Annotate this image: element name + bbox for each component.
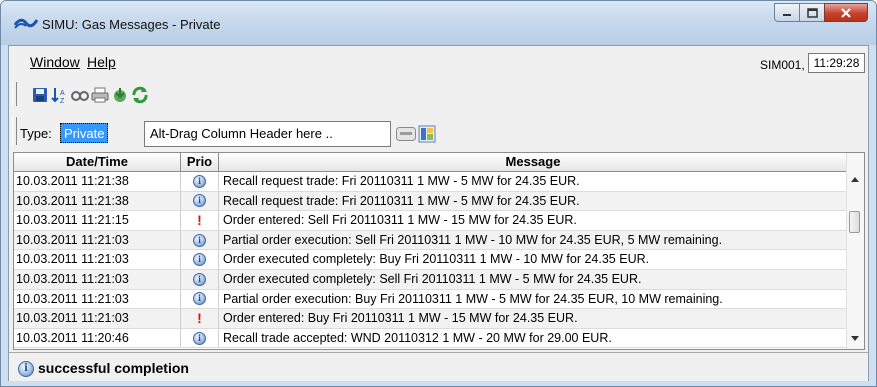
minimize-icon xyxy=(783,13,791,16)
column-chooser-icon[interactable] xyxy=(418,125,436,143)
cell-datetime: 10.03.2011 11:21:03 xyxy=(14,250,181,269)
maximize-button[interactable] xyxy=(799,3,825,22)
menu-window[interactable]: Window xyxy=(30,54,80,70)
window-controls xyxy=(774,3,868,23)
status-bar: i successful completion xyxy=(9,352,868,381)
scroll-thumb[interactable] xyxy=(849,211,860,233)
title-bar[interactable]: SIMU: Gas Messages - Private xyxy=(1,1,876,45)
table-row[interactable]: 10.03.2011 11:21:15! Order entered: Sell … xyxy=(14,211,848,231)
cell-message: Recall request trade: Fri 20110311 1 MW … xyxy=(219,172,848,191)
cell-prio: i xyxy=(181,328,219,348)
group-by-box[interactable]: Alt-Drag Column Header here .. xyxy=(144,121,391,147)
cell-prio: i xyxy=(181,172,219,191)
cell-datetime: 10.03.2011 11:20:46 xyxy=(14,328,181,348)
window-title: SIMU: Gas Messages - Private xyxy=(42,17,221,32)
clock-display: 11:29:28 xyxy=(808,53,865,73)
print-icon[interactable] xyxy=(91,86,109,104)
cell-datetime: 10.03.2011 11:21:03 xyxy=(14,230,181,250)
view-icon[interactable] xyxy=(71,86,89,104)
cell-prio: ! xyxy=(181,211,219,230)
scroll-up-icon[interactable] xyxy=(851,177,859,182)
close-icon xyxy=(841,7,851,18)
table-row[interactable]: 10.03.2011 11:21:03 i Order executed compl… xyxy=(14,269,848,290)
cell-prio: i xyxy=(181,191,219,211)
table-row[interactable]: 10.03.2011 11:21:03! Order entered: Buy F… xyxy=(14,309,848,329)
info-icon: i xyxy=(193,331,206,345)
cell-message: Recall request trade: Fri 20110311 1 MW … xyxy=(219,191,848,211)
type-label: Type: xyxy=(20,126,52,141)
column-header-datetime[interactable]: Date/Time xyxy=(14,153,181,171)
maximize-icon xyxy=(806,7,818,18)
table-row[interactable]: 10.03.2011 11:21:03 i Order executed compl… xyxy=(14,250,848,270)
cell-prio: i xyxy=(181,289,219,309)
vertical-scrollbar[interactable] xyxy=(846,153,864,349)
cell-prio: i xyxy=(181,230,219,250)
minimize-button[interactable] xyxy=(774,3,800,22)
cell-datetime: 10.03.2011 11:21:03 xyxy=(14,289,181,309)
main-panel: Window Help SIM001, XXXEX 11:29:28 AZ Ty… xyxy=(8,45,869,381)
type-selector[interactable]: Private xyxy=(60,123,109,143)
cell-prio: i xyxy=(181,250,219,269)
sort-icon[interactable]: AZ xyxy=(51,86,69,104)
close-button[interactable] xyxy=(824,3,868,22)
info-icon: i xyxy=(193,292,206,306)
column-header-message[interactable]: Message xyxy=(219,153,848,171)
cell-message: Partial order execution: Buy Fri 2011031… xyxy=(219,289,848,309)
messages-table: Date/Time Prio Message 10.03.2011 11:21:… xyxy=(13,152,865,350)
dropdown-icon[interactable] xyxy=(396,125,416,143)
table-row[interactable]: 10.03.2011 11:21:03 i Partial order execut… xyxy=(14,289,848,310)
filter-bar: Type: Private Alt-Drag Column Header her… xyxy=(9,115,868,149)
info-icon: i xyxy=(193,253,206,267)
app-window: SIMU: Gas Messages - Private Window Help… xyxy=(0,0,877,387)
menu-bar: Window Help SIM001, XXXEX 11:29:28 xyxy=(9,46,868,76)
alert-icon: ! xyxy=(197,212,202,229)
filterbar-grip[interactable] xyxy=(12,117,17,145)
cell-message: Order executed completely: Sell Fri 2011… xyxy=(219,269,848,289)
cell-datetime: 10.03.2011 11:21:03 xyxy=(14,269,181,289)
svg-text:A: A xyxy=(60,90,65,97)
info-icon: i xyxy=(193,233,206,247)
cell-datetime: 10.03.2011 11:21:03 xyxy=(14,309,181,328)
info-icon: i xyxy=(18,361,34,377)
table-row[interactable]: 10.03.2011 11:21:38 i Recall request trade… xyxy=(14,191,848,212)
table-header: Date/Time Prio Message xyxy=(14,153,848,172)
table-row[interactable]: 10.03.2011 11:20:46 i Recall trade accepte… xyxy=(14,328,848,349)
cell-datetime: 10.03.2011 11:21:38 xyxy=(14,172,181,191)
cell-datetime: 10.03.2011 11:21:15 xyxy=(14,211,181,230)
status-message: successful completion xyxy=(38,360,189,376)
cell-prio: i xyxy=(181,269,219,289)
svg-text:Z: Z xyxy=(60,98,65,104)
cell-datetime: 10.03.2011 11:21:38 xyxy=(14,191,181,211)
cell-message: Partial order execution: Sell Fri 201103… xyxy=(219,230,848,250)
cell-message: Recall trade accepted: WND 20110312 1 MW… xyxy=(219,328,848,348)
export-icon[interactable] xyxy=(111,86,129,104)
app-logo-icon xyxy=(14,18,38,29)
info-icon: i xyxy=(193,194,206,208)
cell-message: Order entered: Sell Fri 20110311 1 MW - … xyxy=(219,211,848,230)
table-row[interactable]: 10.03.2011 11:21:38 i Recall request trade… xyxy=(14,172,848,192)
info-icon: i xyxy=(193,272,206,286)
menu-help[interactable]: Help xyxy=(87,54,116,70)
table-row[interactable]: 10.03.2011 11:21:03 i Partial order execut… xyxy=(14,230,848,251)
save-icon[interactable] xyxy=(31,86,49,104)
toolbar: AZ xyxy=(9,82,868,110)
table-body: 10.03.2011 11:21:38 i Recall request trade… xyxy=(14,172,848,349)
scroll-down-icon[interactable] xyxy=(851,336,859,341)
cell-prio: ! xyxy=(181,309,219,328)
column-header-prio[interactable]: Prio xyxy=(181,153,219,171)
cell-message: Order executed completely: Buy Fri 20110… xyxy=(219,250,848,269)
refresh-icon[interactable] xyxy=(131,86,149,104)
cell-message: Order entered: Buy Fri 20110311 1 MW - 1… xyxy=(219,309,848,328)
info-icon: i xyxy=(193,174,206,188)
toolbar-grip[interactable] xyxy=(12,82,17,106)
alert-icon: ! xyxy=(197,310,202,327)
